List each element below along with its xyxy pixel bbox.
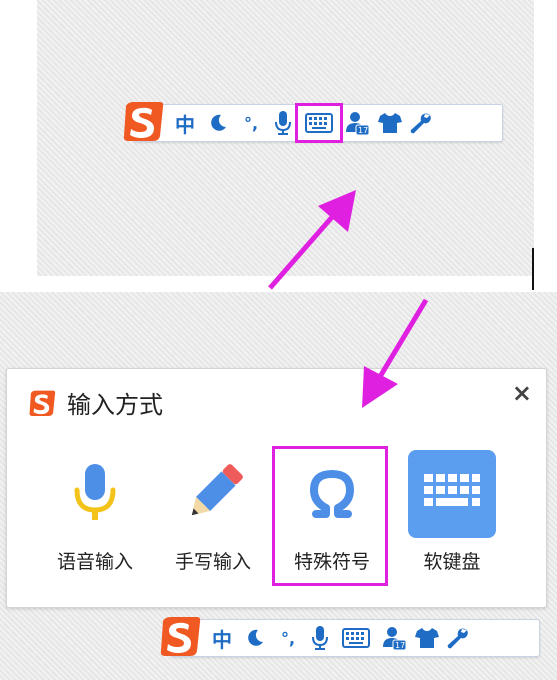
annotation-arrows xyxy=(268,190,429,408)
